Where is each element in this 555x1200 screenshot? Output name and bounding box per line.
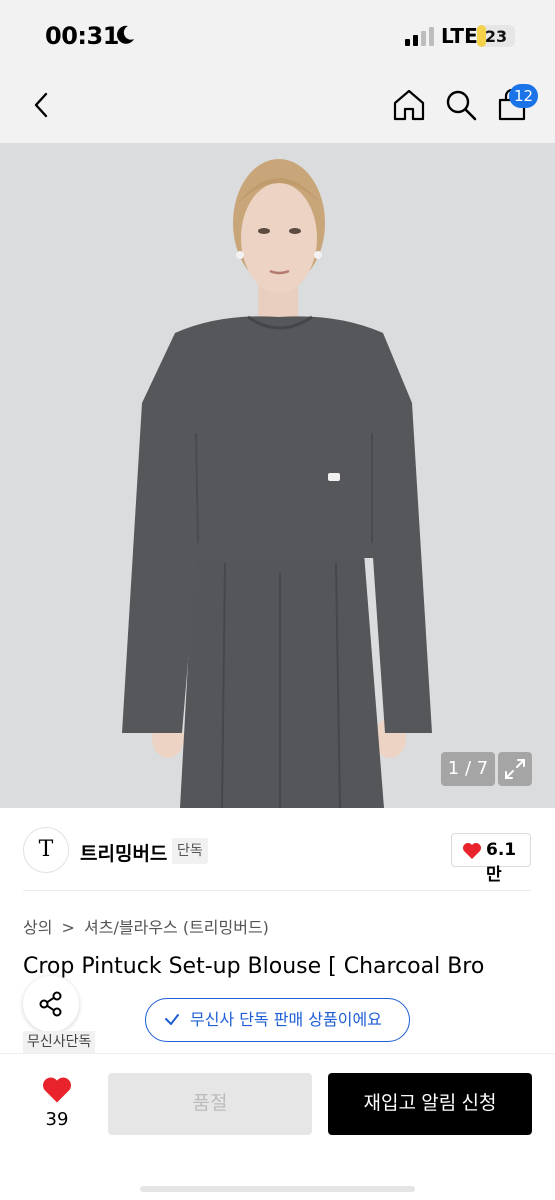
product-page: 00:31 LTE 23 12 1 / 7 T 트리밍버드 단독 6.1만 상의… bbox=[0, 0, 555, 1200]
status-time: 00:31 bbox=[45, 22, 119, 50]
divider bbox=[23, 890, 531, 891]
breadcrumb-category[interactable]: 상의 bbox=[23, 918, 52, 937]
brand-name[interactable]: 트리밍버드 bbox=[80, 839, 167, 866]
image-counter: 1 / 7 bbox=[441, 752, 495, 786]
home-indicator bbox=[140, 1186, 415, 1192]
soldout-button: 품절 bbox=[108, 1073, 312, 1135]
back-icon[interactable] bbox=[28, 90, 54, 120]
exclusive-chip-label: 무신사 단독 판매 상품이에요 bbox=[190, 1010, 382, 1029]
moon-icon bbox=[117, 25, 134, 44]
store-exclusive-tag: 무신사단독 bbox=[23, 1031, 96, 1053]
product-photo bbox=[0, 143, 555, 808]
nav-header: 12 bbox=[0, 72, 555, 143]
exclusive-tag: 단독 bbox=[172, 838, 208, 864]
bottom-action-bar: 39 품절 재입고 알림 신청 bbox=[0, 1053, 555, 1200]
wishlist-button[interactable]: 39 bbox=[30, 1074, 84, 1134]
brand-logo[interactable]: T bbox=[23, 827, 69, 873]
network-label: LTE bbox=[441, 24, 478, 48]
restock-alert-button[interactable]: 재입고 알림 신청 bbox=[328, 1073, 532, 1135]
exclusive-sale-chip[interactable]: 무신사 단독 판매 상품이에요 bbox=[145, 998, 410, 1042]
heart-icon bbox=[463, 843, 481, 859]
heart-icon bbox=[43, 1077, 71, 1103]
search-icon[interactable] bbox=[444, 88, 478, 122]
breadcrumb-separator: > bbox=[61, 918, 75, 937]
brand-like-button[interactable]: 6.1만 bbox=[451, 833, 531, 885]
home-icon[interactable] bbox=[392, 89, 426, 121]
status-bar: 00:31 LTE 23 bbox=[0, 0, 555, 72]
battery-level: 23 bbox=[484, 27, 508, 46]
product-image-gallery[interactable]: 1 / 7 bbox=[0, 143, 555, 808]
wishlist-count: 39 bbox=[45, 1109, 69, 1130]
cart-count-badge: 12 bbox=[509, 84, 539, 108]
like-count: 6.1만 bbox=[486, 840, 517, 885]
product-title: Crop Pintuck Set-up Blouse [ Charcoal Br… bbox=[23, 954, 485, 979]
share-button[interactable] bbox=[23, 976, 79, 1032]
battery-indicator: 23 bbox=[477, 25, 515, 47]
expand-icon bbox=[505, 759, 525, 779]
signal-icon bbox=[405, 27, 434, 46]
expand-image-button[interactable] bbox=[498, 752, 532, 786]
breadcrumb-subcategory[interactable]: 셔츠/블라우스 (트리밍버드) bbox=[84, 918, 269, 937]
breadcrumb: 상의 > 셔츠/블라우스 (트리밍버드) bbox=[23, 914, 273, 938]
share-icon bbox=[39, 991, 62, 1017]
check-icon bbox=[165, 1014, 179, 1025]
